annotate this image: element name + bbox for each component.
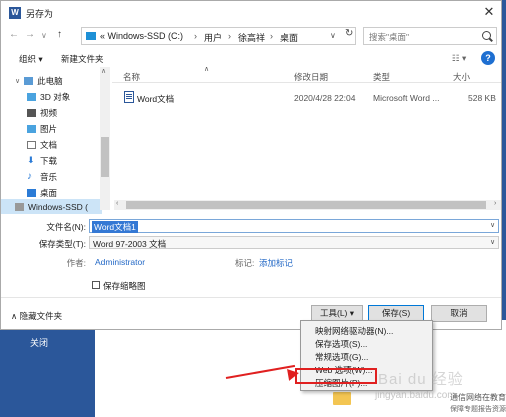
address-separator[interactable]: › [270, 31, 273, 41]
collapse-chevron-icon[interactable]: ∨ [15, 77, 20, 85]
tags-label: 标记: [235, 258, 255, 268]
file-size[interactable]: 528 KB [468, 93, 496, 103]
sidebar-item-documents[interactable]: 文档 [27, 137, 57, 152]
filename-label: 文件名(N): [46, 222, 86, 232]
sidebar-item-label: 图片 [40, 123, 58, 134]
drive-icon [86, 32, 96, 40]
title-bar: W 另存为 ✕ [1, 1, 501, 25]
menu-item-map-network-drive[interactable]: 映射网络驱动器(N)... [315, 325, 393, 337]
folder-icon [333, 392, 351, 405]
download-icon: ⬇ [27, 155, 35, 165]
scroll-right-icon[interactable]: › [494, 200, 496, 207]
video-icon [27, 108, 36, 117]
document-icon [27, 140, 36, 149]
sidebar-item-3d-objects[interactable]: 3D 对象 [27, 89, 70, 104]
refresh-icon[interactable]: ↻ [345, 28, 353, 39]
word-document-icon [124, 91, 134, 103]
music-icon: ♪ [27, 171, 32, 182]
sidebar-item-label: 此电脑 [37, 75, 63, 86]
recent-dropdown-icon[interactable]: ∨ [41, 31, 47, 47]
menu-item-general-options[interactable]: 常规选项(G)... [315, 351, 368, 363]
address-separator[interactable]: › [228, 31, 231, 41]
horizontal-scrollbar[interactable]: ‹ › [114, 200, 501, 210]
address-dropdown-icon[interactable]: ∨ [330, 31, 336, 40]
filename-input[interactable]: Word文档1 ∨ [89, 219, 499, 233]
new-folder-button[interactable]: 新建文件夹 [61, 53, 104, 65]
file-modified[interactable]: 2020/4/28 22:04 [294, 93, 355, 103]
sidebar-item-this-pc[interactable]: ∨ 此电脑 [15, 73, 63, 88]
sidebar-item-label: Windows-SSD ( [28, 201, 88, 212]
cancel-button[interactable]: 取消 [431, 305, 487, 322]
help-icon[interactable]: ? [481, 51, 495, 65]
sidebar-item-desktop[interactable]: 桌面 [27, 185, 57, 200]
navigation-pane: ∨ 此电脑 3D 对象 视频 图片 文档 ⬇ 下载 ♪ 音乐 桌面 Window… [1, 67, 111, 214]
header-divider [112, 82, 501, 83]
footer-divider [1, 297, 501, 298]
sidebar-item-label: 下载 [40, 155, 58, 166]
sidebar-item-label: 3D 对象 [40, 91, 71, 102]
desktop-icon [27, 188, 36, 197]
drive-icon [15, 202, 24, 211]
computer-icon [24, 76, 34, 85]
sidebar-item-downloads[interactable]: ⬇ 下载 [27, 153, 57, 168]
sort-indicator-icon: ∧ [204, 66, 210, 73]
search-input[interactable]: 搜索"桌面" [363, 27, 497, 45]
save-thumbnail-label: 保存缩略图 [103, 281, 146, 291]
filetype-select[interactable]: Word 97-2003 文档 ∨ [89, 236, 499, 249]
filetype-label: 保存类型(T): [38, 239, 86, 249]
scrollbar-thumb[interactable] [126, 201, 486, 209]
file-type[interactable]: Microsoft Word ... [373, 93, 439, 103]
scroll-up-icon[interactable]: ∧ [101, 67, 106, 75]
sidebar-item-videos[interactable]: 视频 [27, 105, 57, 120]
back-icon[interactable]: ← [9, 29, 19, 45]
sidebar-scrollbar[interactable]: ∧ [100, 67, 110, 210]
filetype-value[interactable]: Word 97-2003 文档 [93, 238, 166, 250]
highlight-box [295, 368, 377, 384]
address-segment[interactable]: 用户 [204, 31, 222, 44]
address-separator[interactable]: › [194, 31, 197, 41]
search-icon[interactable] [482, 31, 491, 40]
hide-folders-button[interactable]: ∧ 隐藏文件夹 [11, 310, 62, 322]
annotation-arrow-head [287, 367, 300, 381]
add-tags-link[interactable]: 添加标记 [259, 257, 293, 269]
sidebar-item-label: 文档 [40, 139, 58, 150]
sidebar-item-music[interactable]: ♪ 音乐 [27, 169, 57, 184]
close-icon[interactable]: ✕ [481, 4, 497, 20]
author-label: 作者: [66, 258, 86, 268]
filename-value[interactable]: Word文档1 [92, 221, 138, 233]
filetype-dropdown-icon[interactable]: ∨ [490, 238, 495, 246]
view-options-icon[interactable]: ☷ ▾ [452, 53, 466, 64]
up-icon[interactable]: ↑ [57, 29, 62, 45]
address-segment[interactable]: 桌面 [280, 31, 298, 44]
backstage-close-item[interactable]: 关闭 [30, 336, 48, 349]
menu-item-save-options[interactable]: 保存选项(S)... [315, 338, 367, 350]
picture-icon [27, 124, 36, 133]
toolbar: 组织 ▾ 新建文件夹 ☷ ▾ ? [1, 49, 501, 67]
author-value[interactable]: Administrator [95, 257, 145, 267]
search-placeholder: 搜索"桌面" [369, 32, 410, 42]
scroll-left-icon[interactable]: ‹ [116, 200, 118, 207]
cube-icon [27, 92, 36, 101]
filename-dropdown-icon[interactable]: ∨ [490, 221, 495, 229]
watermark-url: jingyan.baidu.com [375, 390, 456, 401]
scrollbar-thumb[interactable] [101, 137, 109, 177]
watermark: Bai du 经验 [378, 371, 464, 388]
background-text: 通信网络在教育保障 [450, 393, 506, 402]
sidebar-item-pictures[interactable]: 图片 [27, 121, 57, 136]
sidebar-item-label: 桌面 [40, 187, 58, 198]
word-app-icon: W [9, 7, 21, 19]
save-thumbnail-checkbox[interactable] [92, 281, 100, 289]
address-segment[interactable]: « Windows-SSD (C:) [100, 31, 183, 41]
sidebar-item-label: 音乐 [40, 171, 58, 182]
sidebar-item-label: 视频 [40, 107, 58, 118]
file-name[interactable]: Word文档 [137, 93, 174, 105]
save-as-dialog: W 另存为 ✕ ← → ∨ ↑ « Windows-SSD (C:) › 用户 … [0, 0, 502, 330]
address-segment[interactable]: 徐高祥 [238, 31, 265, 44]
dialog-title: 另存为 [26, 9, 54, 19]
address-bar[interactable]: « Windows-SSD (C:) › 用户 › 徐高祥 › 桌面 ∨ [81, 27, 356, 45]
sidebar-item-windows-ssd[interactable]: Windows-SSD ( [1, 199, 102, 214]
background-subtext: 保障专题报告资源 [450, 406, 506, 413]
forward-icon[interactable]: → [25, 29, 35, 45]
organize-button[interactable]: 组织 ▾ [19, 53, 43, 65]
